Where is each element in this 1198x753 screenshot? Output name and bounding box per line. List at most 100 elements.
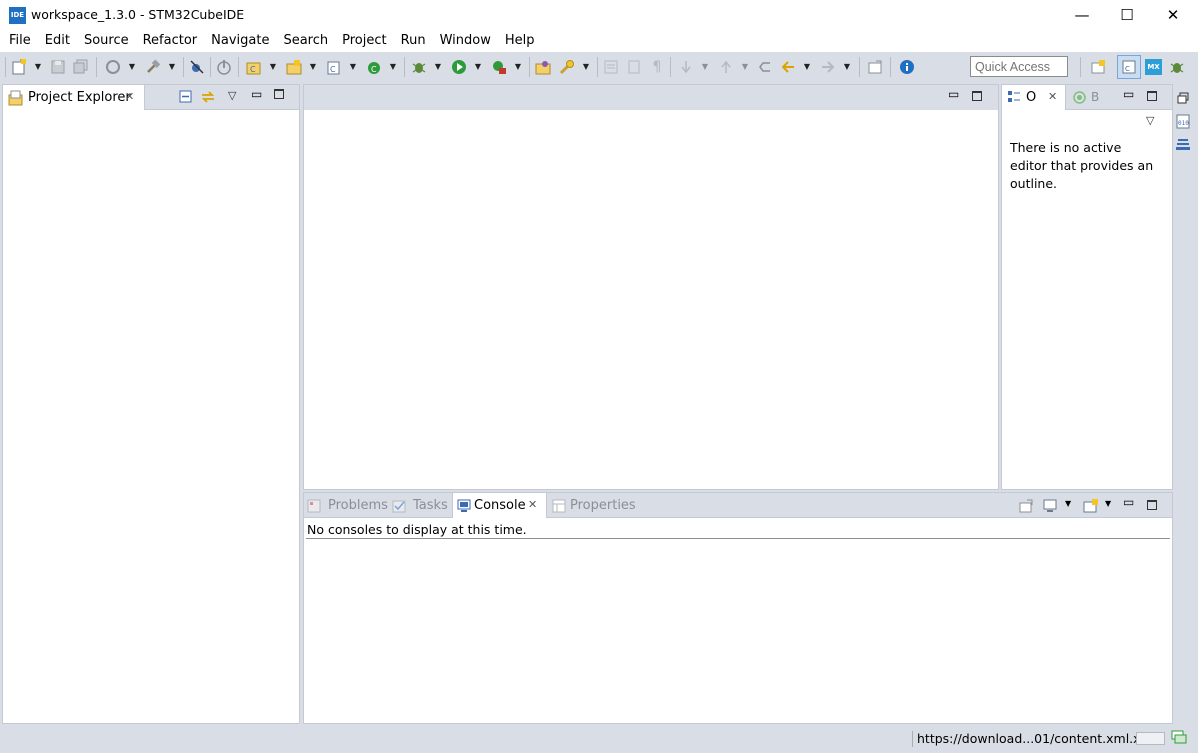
menu-file[interactable]: File	[0, 30, 38, 52]
restore-icon[interactable]	[1177, 92, 1189, 107]
skip-breakpoints-icon[interactable]	[189, 59, 205, 75]
maximize-button[interactable]: ☐	[1104, 0, 1150, 30]
pin-console-icon[interactable]	[1019, 499, 1033, 516]
quick-access-input[interactable]	[970, 56, 1068, 77]
open-console-dropdown-icon[interactable]: ▼	[1105, 499, 1111, 508]
debug-perspective-icon[interactable]	[1169, 59, 1185, 75]
close-tab-icon[interactable]: ✕	[528, 498, 537, 511]
save-all-icon[interactable]	[73, 59, 89, 75]
minimize-view-icon[interactable]: ▭	[1123, 87, 1134, 101]
save-icon[interactable]	[50, 59, 66, 75]
minimize-view-icon[interactable]: ▭	[1123, 495, 1134, 509]
maximize-view-icon[interactable]	[1147, 91, 1157, 101]
tasks-icon	[392, 500, 406, 513]
project-explorer-icon	[8, 90, 23, 106]
info-icon[interactable]	[899, 59, 915, 75]
search-dropdown-icon[interactable]: ▼	[582, 61, 590, 71]
close-tab-icon[interactable]: ✕	[125, 90, 134, 103]
run-icon[interactable]	[451, 59, 467, 75]
tab-console[interactable]: Console ✕	[452, 493, 547, 518]
display-console-icon[interactable]	[1043, 499, 1057, 516]
tab-label: O	[1026, 90, 1037, 105]
new-dropdown-icon[interactable]: ▼	[34, 61, 42, 71]
open-console-icon[interactable]	[1083, 498, 1099, 517]
cc-perspective-button[interactable]: C	[1117, 55, 1141, 79]
link-with-editor-icon[interactable]	[200, 89, 216, 108]
new-c-source-dropdown-icon[interactable]: ▼	[349, 61, 357, 71]
last-edit-location-icon[interactable]	[757, 59, 773, 75]
menu-refactor[interactable]: Refactor	[136, 30, 205, 52]
maximize-editor-icon[interactable]	[972, 91, 982, 101]
next-annotation-dropdown-icon[interactable]: ▼	[701, 61, 709, 71]
new-icon[interactable]	[11, 59, 27, 75]
debug-icon[interactable]	[411, 59, 427, 75]
console-message: No consoles to display at this time.	[307, 522, 527, 537]
terminate-icon[interactable]	[216, 59, 232, 75]
new-source-folder-icon[interactable]	[286, 59, 302, 75]
previous-annotation-dropdown-icon[interactable]: ▼	[741, 61, 749, 71]
toolbar-separator	[670, 57, 671, 77]
toolbar-separator	[404, 57, 405, 77]
forward-icon[interactable]	[820, 59, 836, 75]
toolbar-separator	[238, 57, 239, 77]
build-dropdown-icon[interactable]: ▼	[168, 61, 176, 71]
view-menu-icon[interactable]: ▽	[228, 89, 236, 102]
back-dropdown-icon[interactable]: ▼	[803, 61, 811, 71]
external-tools-icon[interactable]	[491, 59, 507, 75]
build-config-icon[interactable]	[105, 59, 121, 75]
svg-text:010: 010	[1178, 120, 1189, 127]
toolbar-separator	[890, 57, 891, 77]
tab-outline[interactable]: O ✕	[1002, 85, 1066, 110]
pin-editor-icon[interactable]	[867, 59, 883, 75]
display-console-dropdown-icon[interactable]: ▼	[1065, 499, 1071, 508]
new-c-project-icon[interactable]: C	[246, 59, 262, 75]
menu-help[interactable]: Help	[498, 30, 542, 52]
maximize-view-icon[interactable]	[1147, 500, 1157, 510]
minimize-button[interactable]: —	[1059, 0, 1105, 30]
outline-icon	[1008, 91, 1020, 102]
close-tab-icon[interactable]: ✕	[1048, 90, 1057, 103]
show-whitespace-icon[interactable]: ¶	[649, 59, 665, 75]
external-tools-dropdown-icon[interactable]: ▼	[514, 61, 522, 71]
new-class-dropdown-icon[interactable]: ▼	[389, 61, 397, 71]
registers-icon[interactable]: 010	[1176, 114, 1191, 132]
menu-project[interactable]: Project	[335, 30, 393, 52]
next-annotation-icon[interactable]	[678, 59, 694, 75]
minimize-view-icon[interactable]: ▭	[251, 87, 262, 101]
console-icon	[457, 499, 471, 512]
build-config-dropdown-icon[interactable]: ▼	[128, 61, 136, 71]
new-class-icon[interactable]: C	[366, 59, 382, 75]
menu-search[interactable]: Search	[276, 30, 335, 52]
minimize-editor-icon[interactable]: ▭	[948, 87, 959, 101]
tab-project-explorer[interactable]: Project Explorer ✕	[3, 85, 145, 110]
collapse-all-icon[interactable]	[179, 90, 193, 107]
previous-annotation-icon[interactable]	[718, 59, 734, 75]
menu-navigate[interactable]: Navigate	[204, 30, 276, 52]
build-hammer-icon[interactable]	[145, 59, 161, 75]
view-menu-icon[interactable]: ▽	[1146, 114, 1154, 127]
toggle-block-icon[interactable]	[626, 59, 642, 75]
menu-edit[interactable]: Edit	[38, 30, 77, 52]
close-window-button[interactable]: ✕	[1150, 0, 1196, 30]
open-perspective-icon[interactable]	[1090, 59, 1106, 75]
toggle-mark-occurrences-icon[interactable]	[603, 59, 619, 75]
progress-view-icon[interactable]	[1171, 730, 1187, 747]
menu-run[interactable]: Run	[394, 30, 433, 52]
editor-tabbar	[304, 85, 998, 110]
menu-window[interactable]: Window	[433, 30, 498, 52]
back-icon[interactable]	[780, 59, 796, 75]
debug-dropdown-icon[interactable]: ▼	[434, 61, 442, 71]
stack-icon[interactable]	[1176, 137, 1191, 155]
new-c-source-icon[interactable]: C	[326, 59, 342, 75]
run-dropdown-icon[interactable]: ▼	[474, 61, 482, 71]
svg-text:C: C	[371, 65, 377, 74]
device-configuration-tool-button[interactable]: MX	[1145, 59, 1162, 75]
new-c-project-dropdown-icon[interactable]: ▼	[269, 61, 277, 71]
forward-dropdown-icon[interactable]: ▼	[843, 61, 851, 71]
project-explorer-panel	[2, 84, 300, 724]
new-source-folder-dropdown-icon[interactable]: ▼	[309, 61, 317, 71]
menu-source[interactable]: Source	[77, 30, 136, 52]
search-flashlight-icon[interactable]	[559, 59, 575, 75]
open-type-icon[interactable]	[535, 59, 551, 75]
maximize-view-icon[interactable]	[274, 89, 284, 99]
